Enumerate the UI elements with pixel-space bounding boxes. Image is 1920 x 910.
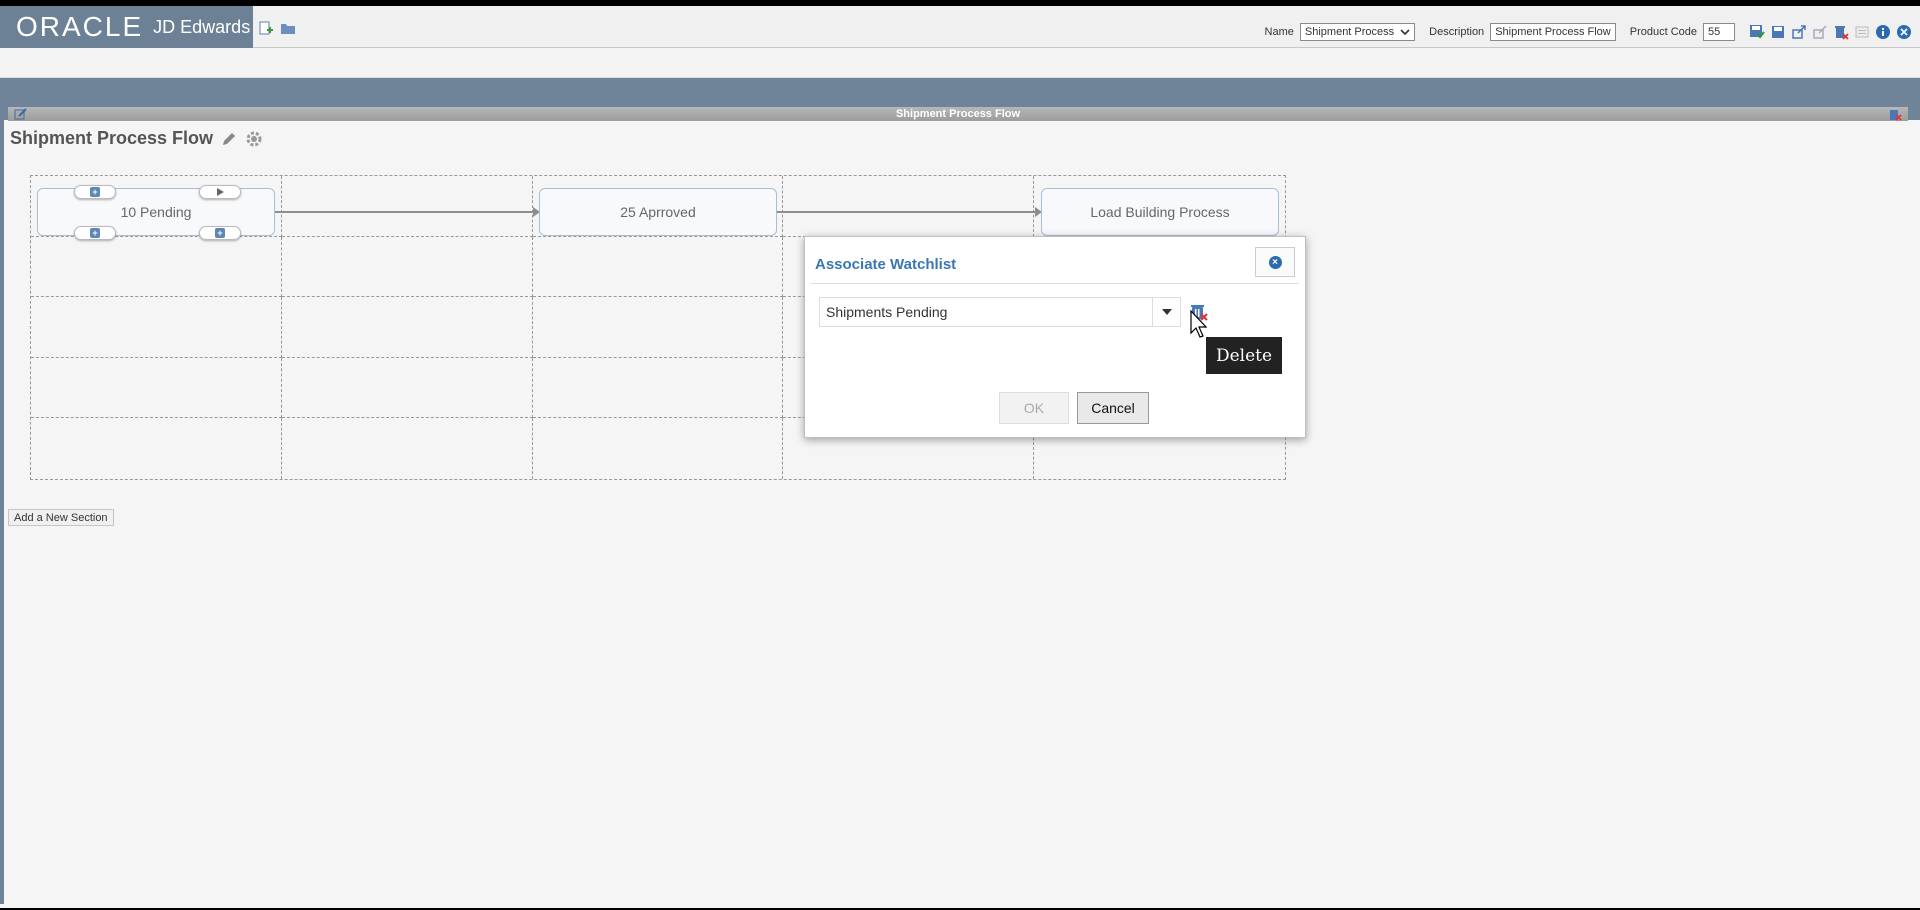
grid-cell[interactable] (31, 357, 282, 419)
node-label: Load Building Process (1090, 204, 1230, 220)
action-icons (1749, 24, 1912, 40)
panel-title: Shipment Process Flow (895, 108, 1021, 120)
add-section-button[interactable]: Add a New Section (8, 509, 114, 526)
grid-cell[interactable] (532, 236, 784, 298)
delete-tooltip: Delete (1206, 337, 1282, 374)
name-select[interactable]: Shipment Process (1299, 23, 1416, 41)
connector-line (777, 211, 1035, 213)
dialog-title: Associate Watchlist (815, 256, 957, 273)
ok-button[interactable]: OK (999, 392, 1069, 424)
delete-icon[interactable] (1833, 24, 1849, 40)
plus-icon: + (215, 228, 225, 238)
left-edge (0, 114, 4, 904)
name-value: Shipment Process (1304, 26, 1395, 38)
grid-cell[interactable] (31, 297, 282, 358)
node-label: 10 Pending (120, 204, 192, 220)
form-properties: Name Shipment Process Description Shipme… (1257, 23, 1912, 41)
add-node-down-button[interactable]: + (74, 226, 116, 240)
add-node-up-button[interactable]: + (74, 185, 116, 199)
product-name: JD Edwards (153, 16, 251, 37)
description-label: Description (1429, 26, 1485, 38)
dialog-close-button[interactable]: × (1255, 247, 1295, 277)
pencil-icon[interactable] (221, 131, 237, 147)
plus-icon: + (90, 187, 100, 197)
gear-icon[interactable] (245, 130, 263, 148)
play-icon (216, 188, 224, 196)
form-icon[interactable] (1854, 24, 1870, 40)
flow-title-text: Shipment Process Flow (10, 128, 214, 148)
process-node-load-building[interactable]: Load Building Process (1041, 188, 1279, 236)
grid-cell[interactable] (281, 297, 533, 358)
import-icon[interactable] (1812, 24, 1828, 40)
grid-cell[interactable] (281, 176, 533, 237)
product-code-input[interactable]: 55 (1703, 23, 1735, 41)
close-icon: × (1268, 255, 1282, 269)
grid-cell[interactable] (281, 357, 533, 419)
node-label: 25 Aprroved (620, 204, 696, 220)
grid-cell[interactable] (31, 418, 282, 479)
brand-logo: ORACLE JD Edwards (0, 6, 253, 48)
mouse-cursor-icon (1190, 310, 1208, 338)
menu-band (0, 49, 1920, 78)
export-icon[interactable] (1791, 24, 1807, 40)
close-icon[interactable] (1896, 24, 1912, 40)
new-icon[interactable] (258, 20, 274, 36)
panel-title-bar: Shipment Process Flow (8, 107, 1908, 121)
cancel-button[interactable]: Cancel (1077, 392, 1149, 424)
plus-icon: + (90, 228, 100, 238)
run-node-button[interactable] (199, 185, 241, 199)
grid-cell[interactable] (282, 418, 533, 479)
connector-line (275, 211, 533, 213)
watchlist-select[interactable]: Shipments Pending (819, 297, 1181, 327)
product-code-label: Product Code (1629, 26, 1697, 38)
watchlist-selected-value: Shipments Pending (826, 304, 948, 320)
process-node-approved[interactable]: 25 Aprroved (539, 188, 777, 236)
top-bar: ORACLE JD Edwards Name Shipment Process … (0, 6, 1920, 48)
grid-cell[interactable] (532, 357, 784, 419)
name-label: Name (1264, 26, 1294, 38)
open-folder-icon[interactable] (280, 20, 296, 36)
oracle-logo-text: ORACLE (16, 11, 144, 42)
save-icon[interactable] (1770, 24, 1786, 40)
edit-panel-icon[interactable] (14, 107, 28, 125)
add-node-right-button[interactable]: + (199, 226, 241, 240)
product-code-value: 55 (1708, 26, 1721, 38)
description-value: Shipment Process Flow (1495, 26, 1611, 38)
dropdown-caret[interactable] (1152, 298, 1180, 326)
grid-cell[interactable] (281, 236, 533, 298)
description-input[interactable]: Shipment Process Flow (1490, 23, 1616, 41)
flow-title: Shipment Process Flow (10, 128, 263, 149)
grid-cell[interactable] (31, 236, 282, 298)
chevron-down-icon (1161, 309, 1172, 315)
save-and-close-icon[interactable] (1749, 24, 1765, 40)
grid-cell[interactable] (532, 297, 784, 358)
remove-panel-icon[interactable] (1888, 107, 1902, 125)
dialog-divider (811, 283, 1299, 284)
grid-cell[interactable] (783, 176, 1035, 237)
toolbar-icons (258, 20, 296, 36)
grid-cell[interactable] (533, 418, 784, 479)
info-icon[interactable] (1875, 24, 1891, 40)
chevron-down-icon (1400, 29, 1410, 36)
